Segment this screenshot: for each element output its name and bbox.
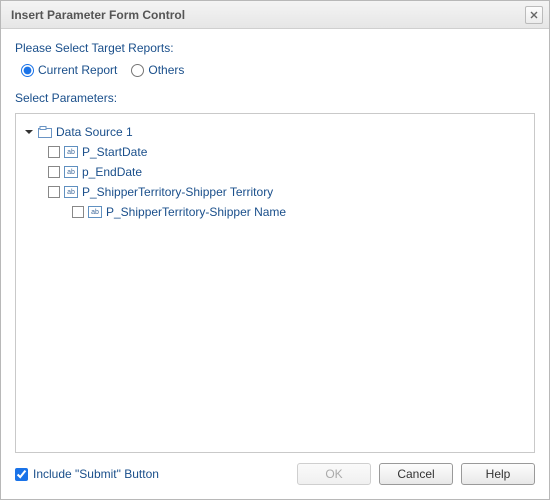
target-reports-label: Please Select Target Reports: <box>15 41 535 55</box>
cancel-button[interactable]: Cancel <box>379 463 453 485</box>
param-checkbox[interactable] <box>48 146 60 158</box>
tree-root-label: Data Source 1 <box>56 125 133 139</box>
param-field-icon: ab <box>64 166 78 178</box>
radio-others-input[interactable] <box>131 64 144 77</box>
expander[interactable] <box>24 127 34 137</box>
param-label: P_ShipperTerritory-Shipper Name <box>106 205 286 219</box>
param-label: P_ShipperTerritory-Shipper Territory <box>82 185 273 199</box>
ok-button: OK <box>297 463 371 485</box>
select-params-label: Select Parameters: <box>15 91 535 105</box>
tree-param-row[interactable]: ab P_StartDate <box>22 142 528 162</box>
param-label: p_EndDate <box>82 165 142 179</box>
parameters-tree[interactable]: Data Source 1 ab P_StartDate ab p_EndDat… <box>15 113 535 453</box>
dialog: Insert Parameter Form Control Please Sel… <box>0 0 550 500</box>
include-submit-input[interactable] <box>15 468 28 481</box>
datasource-icon <box>38 126 52 138</box>
radio-current-input[interactable] <box>21 64 34 77</box>
param-checkbox[interactable] <box>48 186 60 198</box>
titlebar: Insert Parameter Form Control <box>1 1 549 29</box>
tree-param-row[interactable]: ab P_ShipperTerritory-Shipper Territory <box>22 182 528 202</box>
dialog-content: Please Select Target Reports: Current Re… <box>1 29 549 463</box>
param-checkbox[interactable] <box>72 206 84 218</box>
chevron-down-icon <box>25 128 33 136</box>
param-field-icon: ab <box>64 146 78 158</box>
param-label: P_StartDate <box>82 145 147 159</box>
close-icon <box>530 11 538 19</box>
param-field-icon: ab <box>64 186 78 198</box>
target-radio-group: Current Report Others <box>21 63 535 77</box>
include-submit-checkbox[interactable]: Include "Submit" Button <box>15 467 289 481</box>
param-checkbox[interactable] <box>48 166 60 178</box>
radio-others[interactable]: Others <box>131 63 184 77</box>
dialog-footer: Include "Submit" Button OK Cancel Help <box>1 463 549 499</box>
help-button[interactable]: Help <box>461 463 535 485</box>
radio-others-label: Others <box>148 63 184 77</box>
close-button[interactable] <box>525 6 543 24</box>
param-field-icon: ab <box>88 206 102 218</box>
dialog-title: Insert Parameter Form Control <box>11 8 525 22</box>
tree-param-row[interactable]: ab p_EndDate <box>22 162 528 182</box>
tree-root-row[interactable]: Data Source 1 <box>22 122 528 142</box>
radio-current-label: Current Report <box>38 63 117 77</box>
tree-nested-param-row[interactable]: ab P_ShipperTerritory-Shipper Name <box>22 202 528 222</box>
radio-current-report[interactable]: Current Report <box>21 63 117 77</box>
include-submit-label: Include "Submit" Button <box>33 467 159 481</box>
